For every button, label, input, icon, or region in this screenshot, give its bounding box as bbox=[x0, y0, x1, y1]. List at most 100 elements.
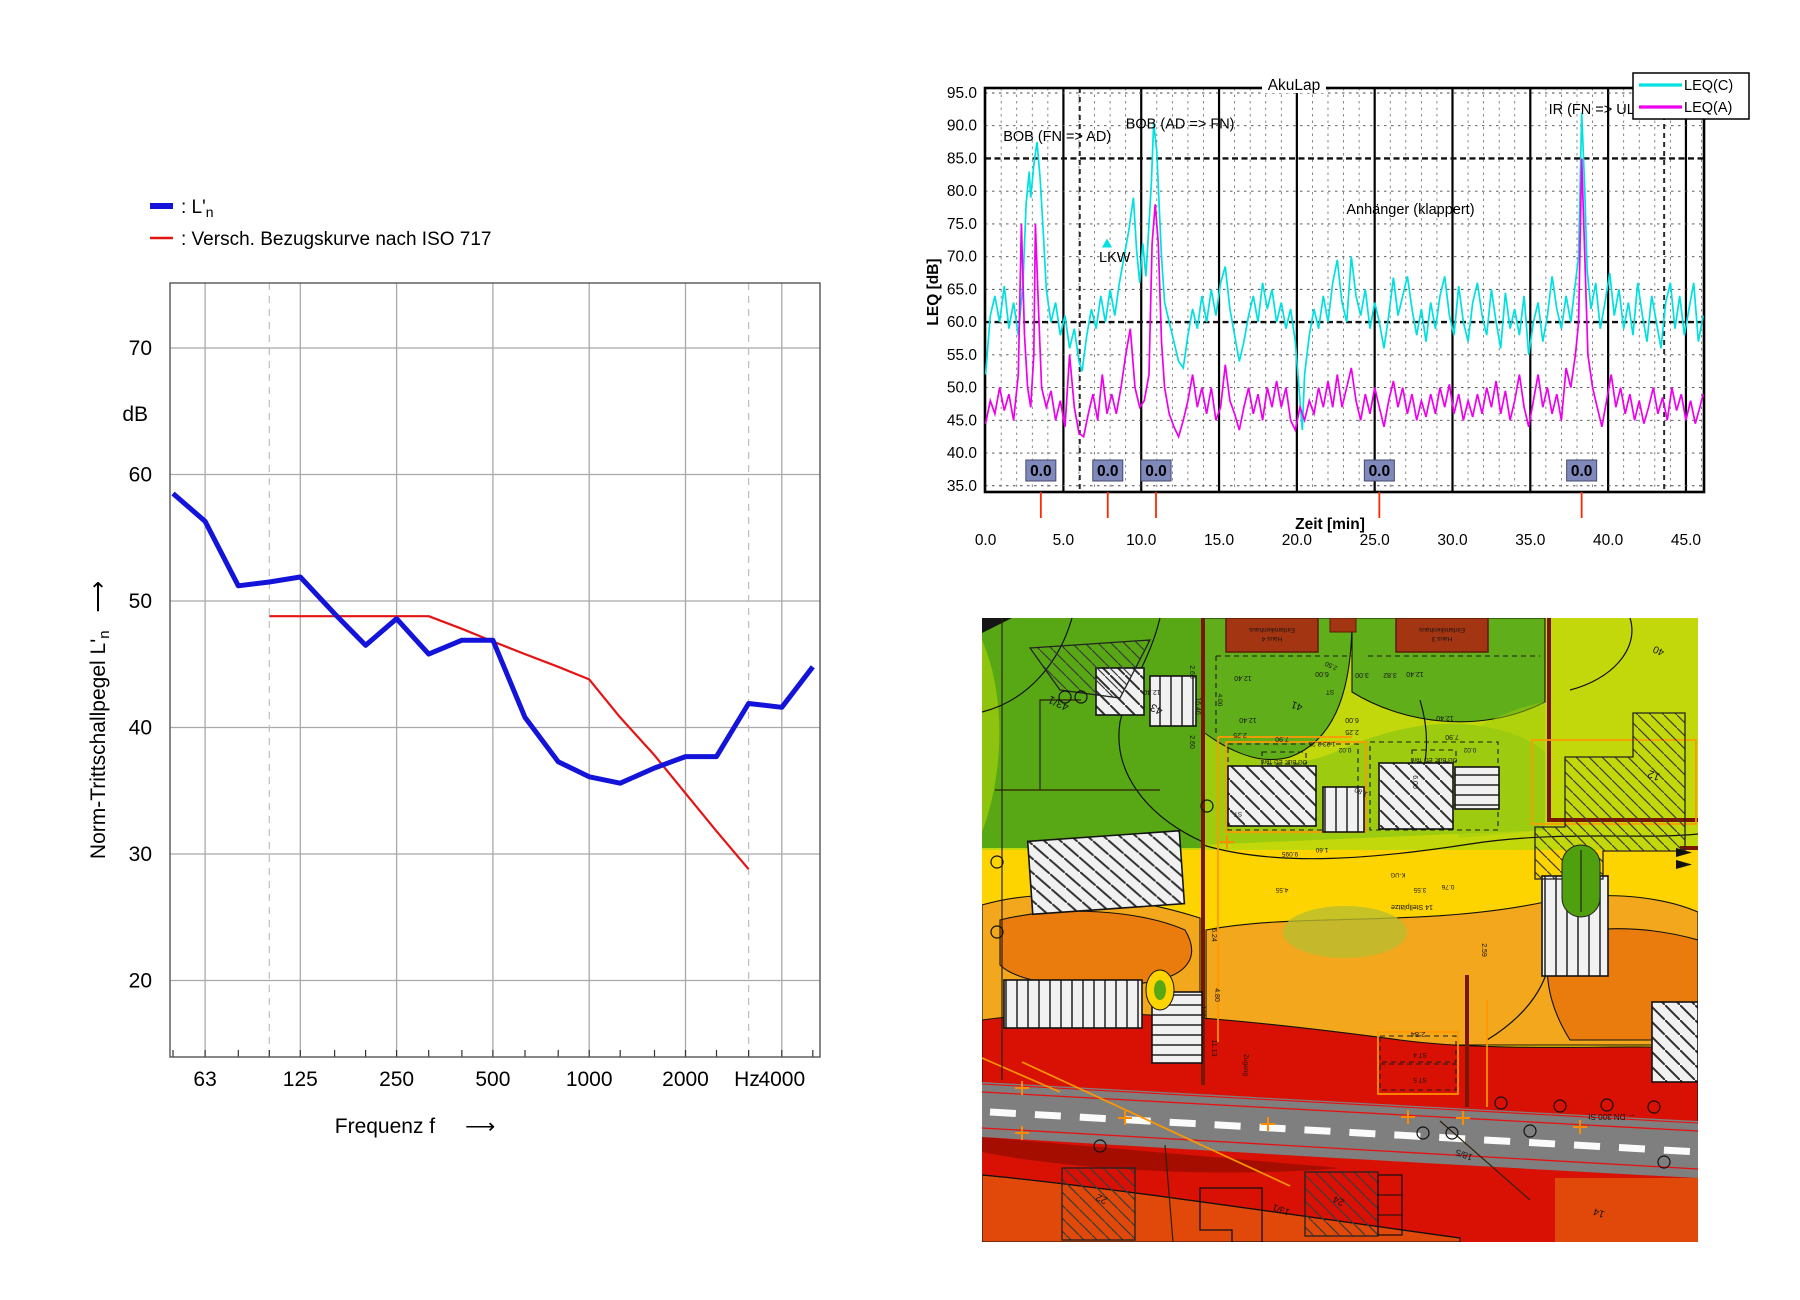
main-canvas: 70605040302063125250500100020004000HzdBN… bbox=[0, 0, 1800, 1300]
svg-text:0.02: 0.02 bbox=[1338, 746, 1351, 753]
svg-text:Zugang: Zugang bbox=[1242, 1054, 1249, 1076]
svg-text:0.76: 0.76 bbox=[1441, 883, 1454, 890]
svg-text:50: 50 bbox=[129, 590, 152, 613]
svg-text:3.00: 3.00 bbox=[1355, 671, 1369, 678]
svg-text:LEQ(C): LEQ(C) bbox=[1684, 78, 1733, 94]
svg-text:75.0: 75.0 bbox=[947, 216, 978, 233]
svg-text:Einfamilienhaus: Einfamilienhaus bbox=[1248, 626, 1295, 633]
impact-sound-chart: 70605040302063125250500100020004000HzdBN… bbox=[85, 197, 820, 1138]
svg-text:Anhänger (klappert): Anhänger (klappert) bbox=[1346, 202, 1474, 218]
svg-text:3.82: 3.82 bbox=[1383, 671, 1397, 678]
screenshot-root: 70605040302063125250500100020004000HzdBN… bbox=[0, 0, 1800, 1300]
leq-time-chart: 35.040.045.050.055.060.065.070.075.080.0… bbox=[925, 73, 1749, 549]
svg-text:7.90: 7.90 bbox=[1275, 735, 1289, 742]
svg-text:LEQ [dB]: LEQ [dB] bbox=[925, 258, 942, 325]
noise-map: Einfamilienhaus Haus 4 Einfamilienhaus Haus… bbox=[982, 618, 1698, 1242]
svg-text:95.0: 95.0 bbox=[947, 85, 978, 102]
svg-text:125: 125 bbox=[283, 1068, 318, 1091]
svg-text:65.0: 65.0 bbox=[947, 281, 978, 298]
svg-text:30: 30 bbox=[129, 843, 152, 866]
svg-text:K-UG: K-UG bbox=[1390, 871, 1405, 877]
svg-text:16.46: 16.46 bbox=[1194, 697, 1201, 715]
svg-text:4.00: 4.00 bbox=[1216, 694, 1223, 707]
svg-text:40: 40 bbox=[129, 717, 152, 740]
svg-text:63: 63 bbox=[193, 1068, 216, 1091]
svg-text:ST 5: ST 5 bbox=[1413, 1076, 1427, 1083]
svg-text:2.25: 2.25 bbox=[1233, 731, 1247, 738]
svg-text:60: 60 bbox=[129, 464, 152, 487]
svg-text:5.0: 5.0 bbox=[1053, 532, 1075, 549]
svg-text:0.0: 0.0 bbox=[1097, 463, 1119, 480]
series-LEQA bbox=[986, 159, 1704, 437]
svg-text:500: 500 bbox=[475, 1068, 510, 1091]
svg-text:90.0: 90.0 bbox=[947, 118, 978, 135]
svg-text:6.24: 6.24 bbox=[1210, 928, 1217, 942]
svg-text:0.0: 0.0 bbox=[1145, 463, 1167, 480]
svg-text:12.40: 12.40 bbox=[1436, 714, 1454, 721]
svg-text:2.84: 2.84 bbox=[1411, 1030, 1426, 1039]
svg-text:0.02: 0.02 bbox=[1463, 746, 1476, 753]
svg-text:6.00: 6.00 bbox=[1345, 716, 1359, 723]
svg-text:12.40: 12.40 bbox=[1234, 674, 1252, 681]
svg-text:14 Stellplätze: 14 Stellplätze bbox=[1391, 903, 1433, 910]
svg-text:25.0: 25.0 bbox=[1360, 532, 1391, 549]
svg-text:IR (FN => UL): IR (FN => UL) bbox=[1549, 102, 1640, 118]
svg-text:80.0: 80.0 bbox=[947, 183, 978, 200]
svg-text:AkuLap: AkuLap bbox=[1268, 77, 1321, 94]
svg-text:45.0: 45.0 bbox=[1671, 532, 1702, 549]
svg-text:Haus 4: Haus 4 bbox=[1261, 635, 1282, 642]
svg-text:1.95: 1.95 bbox=[1200, 1006, 1207, 1019]
svg-text:30.0: 30.0 bbox=[1437, 532, 1468, 549]
svg-text:0.0: 0.0 bbox=[1030, 463, 1052, 480]
svg-text:LEQ(A): LEQ(A) bbox=[1684, 100, 1732, 116]
svg-text:Haus 3: Haus 3 bbox=[1431, 635, 1452, 642]
svg-text:6.00: 6.00 bbox=[1411, 775, 1418, 789]
svg-text:Hz: Hz bbox=[734, 1068, 760, 1091]
svg-text:4.80: 4.80 bbox=[1213, 988, 1220, 1002]
svg-text:70.0: 70.0 bbox=[947, 249, 978, 266]
svg-text:60.0: 60.0 bbox=[947, 314, 978, 331]
svg-text:4.55: 4.55 bbox=[1275, 886, 1288, 893]
svg-text:2.59: 2.59 bbox=[1480, 943, 1487, 957]
svg-text:85.0: 85.0 bbox=[947, 150, 978, 167]
svg-text:Einfamilienhaus: Einfamilienhaus bbox=[1418, 626, 1465, 633]
building-haus3 bbox=[1396, 618, 1488, 652]
svg-text:dB: dB bbox=[122, 403, 148, 426]
svg-text:← DN 300 St: ← DN 300 St bbox=[1588, 1112, 1636, 1121]
building-haus4 bbox=[1226, 618, 1318, 652]
svg-text:10.0: 10.0 bbox=[1126, 532, 1157, 549]
svg-text:20: 20 bbox=[129, 970, 152, 993]
svg-text:1.60: 1.60 bbox=[1315, 846, 1328, 853]
svg-text:12.40: 12.40 bbox=[1143, 688, 1161, 695]
svg-text:0.0: 0.0 bbox=[1571, 463, 1593, 480]
svg-text:2.60: 2.60 bbox=[1188, 665, 1195, 679]
svg-text:ST 4: ST 4 bbox=[1413, 1051, 1427, 1058]
svg-text:: L'n: : L'n bbox=[181, 197, 214, 220]
svg-text:9.095: 9.095 bbox=[1281, 850, 1298, 857]
svg-text:6.00: 6.00 bbox=[1315, 670, 1329, 677]
svg-text:Norm-Trittschallpegel L'n⟶: Norm-Trittschallpegel L'n⟶ bbox=[85, 581, 113, 859]
svg-text:ST: ST bbox=[1234, 810, 1242, 817]
svg-text:BOB (FN => AD): BOB (FN => AD) bbox=[1003, 129, 1111, 145]
svg-text:2.25: 2.25 bbox=[1345, 728, 1359, 735]
svg-text:4000: 4000 bbox=[758, 1068, 805, 1091]
svg-text:2000: 2000 bbox=[662, 1068, 709, 1091]
svg-text:: Versch. Bezugskurve nach ISO: : Versch. Bezugskurve nach ISO 717 bbox=[181, 229, 492, 250]
svg-text:45.0: 45.0 bbox=[947, 412, 978, 429]
svg-text:7.90: 7.90 bbox=[1445, 733, 1459, 740]
svg-text:2.60: 2.60 bbox=[1188, 735, 1195, 749]
svg-text:12.40: 12.40 bbox=[1406, 670, 1424, 677]
svg-text:250: 250 bbox=[379, 1068, 414, 1091]
svg-text:11.13: 11.13 bbox=[1210, 1040, 1217, 1057]
svg-text:12.40: 12.40 bbox=[1239, 716, 1257, 723]
svg-text:Zeit [min]: Zeit [min] bbox=[1295, 516, 1365, 533]
svg-text:OG Bük. EG Terr.: OG Bük. EG Terr. bbox=[1410, 756, 1457, 762]
svg-text:15.0: 15.0 bbox=[1204, 532, 1235, 549]
svg-text:20.0: 20.0 bbox=[1282, 532, 1313, 549]
svg-text:40.0: 40.0 bbox=[1593, 532, 1624, 549]
svg-text:OG Bük. EG Terr.: OG Bük. EG Terr. bbox=[1260, 758, 1307, 764]
svg-text:70: 70 bbox=[129, 337, 152, 360]
svg-text:Frequenz f⟶: Frequenz f⟶ bbox=[335, 1115, 496, 1138]
svg-text:LKW: LKW bbox=[1099, 250, 1131, 266]
svg-text:35.0: 35.0 bbox=[947, 478, 978, 495]
